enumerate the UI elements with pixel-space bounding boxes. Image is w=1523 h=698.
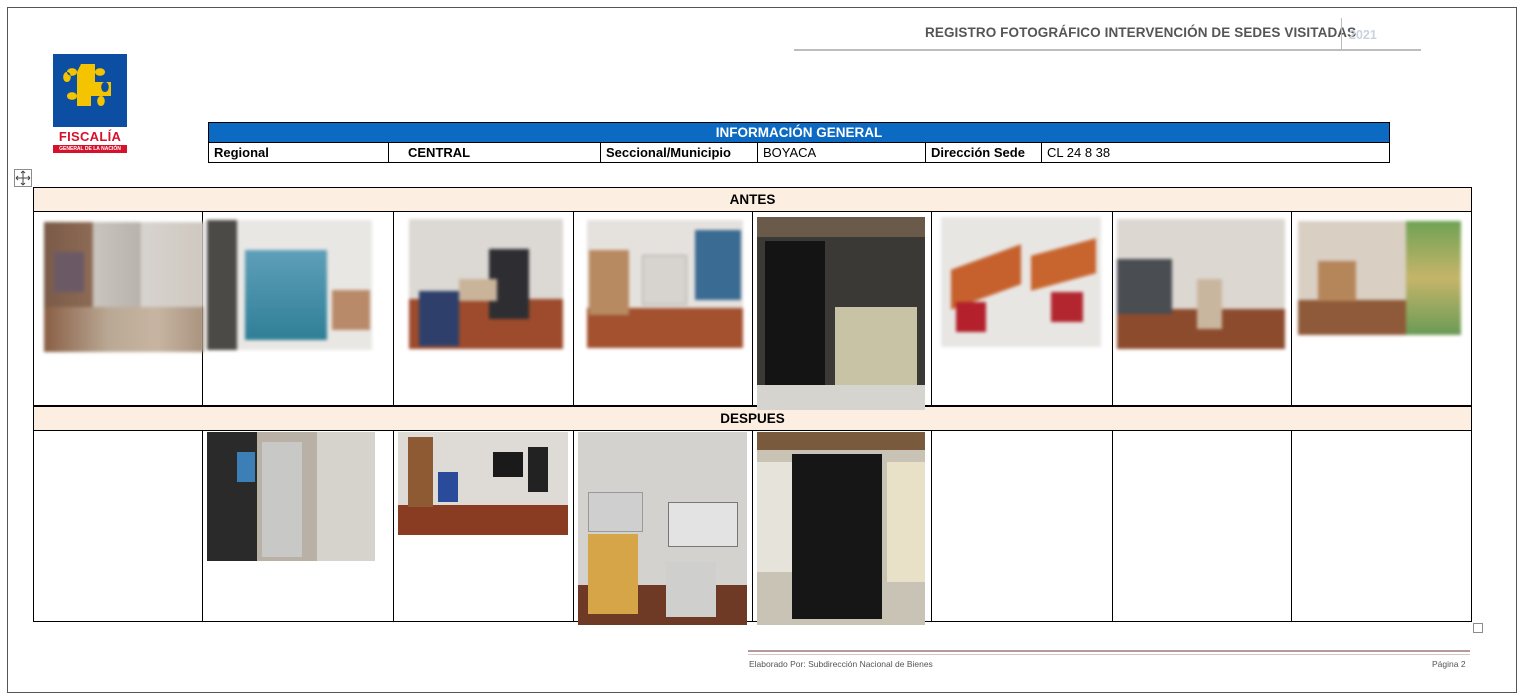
photo-despues-1 [207, 432, 375, 561]
photo-antes-3 [409, 219, 563, 349]
header-underline [794, 49, 1421, 51]
section-despues-header: DESPUES [33, 406, 1472, 431]
photo-antes-8 [1298, 221, 1461, 335]
photo-antes-4 [587, 220, 743, 348]
table-move-handle[interactable] [14, 169, 32, 187]
document-title: REGISTRO FOTOGRÁFICO INTERVENCIÓN DE SED… [925, 25, 1357, 40]
footer-page-number: Página 2 [1432, 659, 1466, 669]
photo-antes-6 [941, 217, 1101, 347]
move-arrows-icon [15, 170, 31, 186]
photo-despues-4 [757, 432, 925, 625]
direccion-value: CL 24 8 38 [1041, 142, 1390, 163]
photo-antes-2 [207, 220, 372, 350]
photo-antes-7 [1117, 219, 1285, 349]
seccional-value: BOYACA [757, 142, 926, 163]
document-year: 2021 [1349, 28, 1377, 42]
footer-rule-thin [748, 654, 1470, 655]
puzzle-piece-icon [53, 54, 127, 127]
photo-despues-3 [578, 432, 747, 625]
photo-antes-5 [757, 217, 925, 410]
logo-wordmark: FISCALÍA [58, 129, 122, 144]
regional-label: Regional [208, 142, 389, 163]
regional-value: CENTRAL [388, 142, 601, 163]
section-antes-header: ANTES [33, 187, 1472, 212]
fiscalia-logo: FISCALÍA GENERAL DE LA NACIÓN [53, 54, 129, 154]
direccion-label: Dirección Sede [925, 142, 1042, 163]
seccional-label: Seccional/Municipio [600, 142, 758, 163]
photo-antes-1 [44, 222, 204, 352]
logo-subtitle: GENERAL DE LA NACIÓN [53, 145, 127, 153]
header-divider [1341, 18, 1342, 50]
footer-author: Elaborado Por: Subdirección Nacional de … [749, 659, 933, 669]
footer-rule [748, 650, 1470, 652]
table-resize-handle[interactable] [1473, 623, 1483, 633]
info-table-title: INFORMACIÓN GENERAL [208, 122, 1390, 143]
general-info-table: INFORMACIÓN GENERAL Regional CENTRAL Sec… [208, 122, 1390, 163]
photo-despues-2 [398, 432, 568, 535]
